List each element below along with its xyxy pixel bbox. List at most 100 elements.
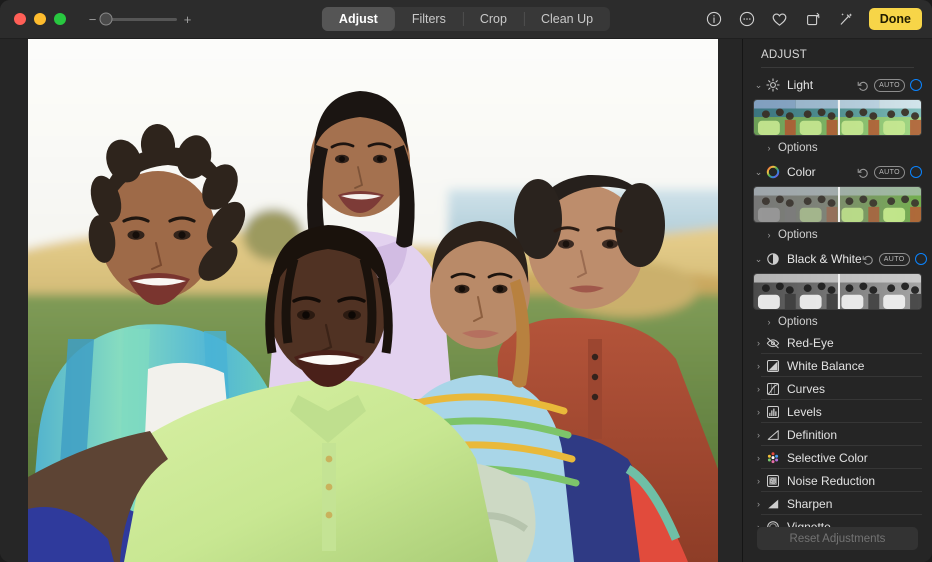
group-header-color[interactable]: ⌄ Color bbox=[743, 161, 932, 183]
revert-icon-black-and-white[interactable] bbox=[862, 253, 874, 265]
minimize-button[interactable] bbox=[34, 13, 46, 25]
options-label-light: Options bbox=[778, 142, 818, 154]
zoom-slider-control[interactable]: − + bbox=[88, 13, 192, 26]
options-row-black-and-white[interactable]: › Options bbox=[743, 312, 932, 331]
group-label-light: Light bbox=[787, 78, 857, 92]
chevron-right-icon[interactable]: › bbox=[764, 230, 774, 240]
chevron-right-icon[interactable]: › bbox=[753, 407, 764, 417]
chevron-right-icon[interactable]: › bbox=[753, 522, 764, 528]
sidebar-title: ADJUST bbox=[743, 39, 932, 67]
tab-adjust-label: Adjust bbox=[339, 12, 378, 26]
adjustment-label-red-eye: Red-Eye bbox=[787, 336, 834, 350]
photos-edit-window: − + Adjust Filters Crop Clean Up bbox=[0, 0, 932, 562]
sun-icon bbox=[765, 77, 781, 93]
chevron-right-icon[interactable]: › bbox=[753, 430, 764, 440]
more-options-icon[interactable] bbox=[735, 7, 759, 31]
adjustment-item-noise-reduction[interactable]: › Noise Redu bbox=[743, 469, 932, 492]
group-label-black-and-white: Black & White bbox=[787, 252, 862, 266]
color-playhead[interactable] bbox=[838, 187, 840, 222]
sidebar-footer: Reset Adjustments bbox=[743, 527, 932, 562]
chevron-right-icon[interactable]: › bbox=[753, 453, 764, 463]
adjustment-label-definition: Definition bbox=[787, 428, 837, 442]
options-label-color: Options bbox=[778, 229, 818, 241]
done-button[interactable]: Done bbox=[869, 8, 922, 30]
curves-icon bbox=[765, 381, 781, 397]
chevron-right-icon[interactable]: › bbox=[764, 317, 774, 327]
adjustment-item-vignette[interactable]: › Vignette bbox=[743, 515, 932, 527]
toggle-light[interactable] bbox=[910, 79, 922, 91]
chevron-down-icon[interactable]: ⌄ bbox=[753, 167, 764, 178]
auto-button-light[interactable]: AUTO bbox=[874, 79, 905, 92]
adjustment-label-sharpen: Sharpen bbox=[787, 497, 832, 511]
chevron-down-icon[interactable]: ⌄ bbox=[753, 254, 764, 265]
group-actions-color: AUTO bbox=[857, 166, 922, 179]
chevron-right-icon[interactable]: › bbox=[753, 499, 764, 509]
photo-image[interactable] bbox=[28, 39, 718, 562]
group-header-black-and-white[interactable]: ⌄ Black & White AUTO bbox=[743, 248, 932, 270]
tab-crop-label: Crop bbox=[480, 12, 507, 26]
group-actions-black-and-white: AUTO bbox=[862, 253, 927, 266]
tab-filters[interactable]: Filters bbox=[395, 7, 463, 31]
maximize-button[interactable] bbox=[54, 13, 66, 25]
chevron-down-icon[interactable]: ⌄ bbox=[753, 80, 764, 91]
noise-reduction-icon bbox=[765, 473, 781, 489]
edit-mode-tabs: Adjust Filters Crop Clean Up bbox=[322, 7, 610, 31]
sharpen-icon bbox=[765, 496, 781, 512]
chevron-right-icon[interactable]: › bbox=[753, 384, 764, 394]
chevron-right-icon[interactable]: › bbox=[753, 361, 764, 371]
adjustments-list[interactable]: ⌄ Light AUTO bbox=[743, 68, 932, 527]
zoom-out-label[interactable]: − bbox=[88, 13, 97, 26]
zoom-slider-track[interactable] bbox=[103, 18, 177, 21]
adjustment-item-sharpen[interactable]: › Sharpen bbox=[743, 492, 932, 515]
auto-button-black-and-white[interactable]: AUTO bbox=[879, 253, 910, 266]
color-slider-strip[interactable] bbox=[753, 186, 922, 223]
tab-adjust[interactable]: Adjust bbox=[322, 7, 395, 31]
adjustment-label-curves: Curves bbox=[787, 382, 825, 396]
black-and-white-playhead[interactable] bbox=[838, 274, 840, 309]
adjustment-item-definition[interactable]: › Definition bbox=[743, 423, 932, 446]
toolbar: − + Adjust Filters Crop Clean Up bbox=[0, 0, 932, 39]
light-playhead[interactable] bbox=[838, 100, 840, 135]
chevron-right-icon[interactable]: › bbox=[764, 143, 774, 153]
tab-filters-label: Filters bbox=[412, 12, 446, 26]
color-wheel-icon bbox=[765, 164, 781, 180]
toggle-black-and-white[interactable] bbox=[915, 253, 927, 265]
adjustment-item-curves[interactable]: › Curves bbox=[743, 377, 932, 400]
black-and-white-slider-strip[interactable] bbox=[753, 273, 922, 310]
auto-enhance-icon[interactable] bbox=[834, 7, 858, 31]
selective-color-icon bbox=[765, 450, 781, 466]
adjustment-label-levels: Levels bbox=[787, 405, 822, 419]
adjustment-label-noise-reduction: Noise Reduction bbox=[787, 474, 875, 488]
toggle-color[interactable] bbox=[910, 166, 922, 178]
options-row-light[interactable]: › Options bbox=[743, 138, 932, 157]
rotate-icon[interactable] bbox=[801, 7, 825, 31]
group-header-light[interactable]: ⌄ Light AUTO bbox=[743, 74, 932, 96]
toolbar-actions: Done bbox=[702, 7, 922, 31]
zoom-slider-thumb[interactable] bbox=[100, 13, 113, 26]
chevron-right-icon[interactable]: › bbox=[753, 476, 764, 486]
zoom-in-label[interactable]: + bbox=[183, 13, 192, 26]
revert-icon-color[interactable] bbox=[857, 166, 869, 178]
close-button[interactable] bbox=[14, 13, 26, 25]
tab-clean-up-label: Clean Up bbox=[541, 12, 593, 26]
levels-icon bbox=[765, 404, 781, 420]
revert-icon-light[interactable] bbox=[857, 79, 869, 91]
adjustment-item-red-eye[interactable]: › Red-Eye bbox=[743, 331, 932, 354]
options-row-color[interactable]: › Options bbox=[743, 225, 932, 244]
tab-crop[interactable]: Crop bbox=[463, 7, 524, 31]
contrast-circle-icon bbox=[765, 251, 781, 267]
adjustment-item-white-balance[interactable]: › White Balance bbox=[743, 354, 932, 377]
reset-adjustments-button[interactable]: Reset Adjustments bbox=[757, 527, 918, 550]
adjust-sidebar: ADJUST ⌄ Light bbox=[742, 39, 932, 562]
light-slider-strip[interactable] bbox=[753, 99, 922, 136]
traffic-lights bbox=[14, 13, 66, 25]
info-icon[interactable] bbox=[702, 7, 726, 31]
group-actions-light: AUTO bbox=[857, 79, 922, 92]
adjustment-item-selective-color[interactable]: › Selective Color bbox=[743, 446, 932, 469]
adjustment-item-levels[interactable]: › Levels bbox=[743, 400, 932, 423]
tab-clean-up[interactable]: Clean Up bbox=[524, 7, 610, 31]
heart-icon[interactable] bbox=[768, 7, 792, 31]
auto-button-color[interactable]: AUTO bbox=[874, 166, 905, 179]
chevron-right-icon[interactable]: › bbox=[753, 338, 764, 348]
options-label-black-and-white: Options bbox=[778, 316, 818, 328]
